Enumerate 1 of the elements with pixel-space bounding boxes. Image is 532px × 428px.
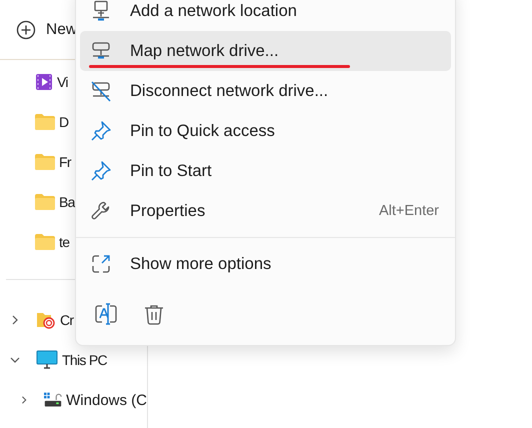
shortcut-text: Alt+Enter: [378, 203, 439, 219]
